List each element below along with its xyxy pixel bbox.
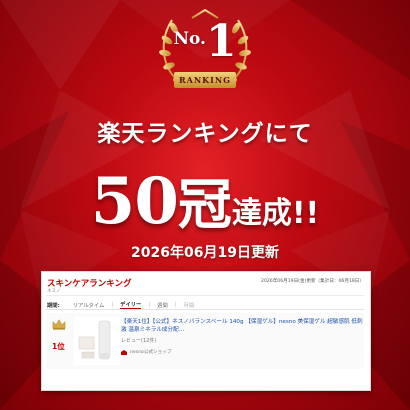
achievement-text: 50冠達成!!	[0, 160, 410, 239]
shop-icon	[121, 349, 127, 355]
achievement-number: 50	[90, 164, 179, 239]
review-count-link[interactable]: レビュー(12件)	[121, 337, 156, 344]
no-prefix: No.	[173, 29, 206, 49]
tab-separator: |	[111, 301, 114, 308]
period-divider	[46, 309, 364, 310]
period-label: 期間:	[47, 302, 60, 309]
period-tabs: 期間: リアルタイム | デイリー | 週間 | 月間	[47, 300, 194, 309]
tab-weekly[interactable]: 週間	[157, 301, 168, 309]
rank-label: 1位	[52, 342, 65, 351]
product-thumbnail[interactable]	[74, 317, 120, 365]
ranking-subtitle: ネスノ	[47, 289, 61, 294]
update-date: 2026年06月19日更新	[131, 245, 279, 261]
no-number: 1	[205, 16, 237, 67]
ranking-updated: 2026年06月19日(金)更新（集計日：06月18日）	[261, 279, 364, 284]
card-divider	[46, 295, 364, 296]
product-title-link[interactable]: 【楽天1位】【公式】ネスノバランスベール 140g 【保湿ゲル】nesno 美保…	[121, 318, 363, 334]
shop-name[interactable]: nesno公式ショップ	[130, 349, 171, 355]
achievement-suffix: 達成!!	[231, 196, 320, 231]
achievement-kanji: 冠	[177, 173, 232, 236]
tab-separator: |	[174, 301, 177, 308]
headline: 楽天ランキングにて	[97, 121, 313, 147]
tab-realtime[interactable]: リアルタイム	[73, 301, 105, 309]
crown-icon	[52, 319, 66, 330]
no1-text: No.1	[152, 20, 258, 64]
no1-ranking-badge: No.1 RANKING	[152, 6, 258, 98]
tab-daily[interactable]: デイリー	[120, 300, 142, 309]
tab-monthly[interactable]: 月間	[184, 301, 195, 309]
ranking-ribbon: RANKING	[174, 72, 236, 88]
shop-row[interactable]: nesno公式ショップ	[121, 349, 171, 355]
tab-separator: |	[148, 301, 151, 308]
